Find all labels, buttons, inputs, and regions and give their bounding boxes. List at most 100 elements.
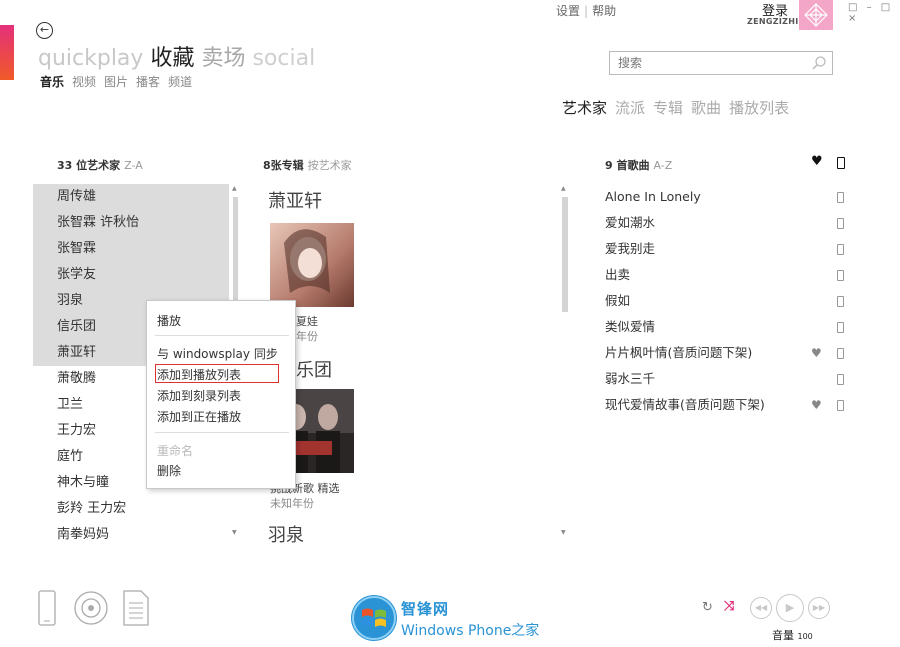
device-icon[interactable] [837,296,844,307]
song-title: 爱我别走 [605,241,656,256]
separator: | [584,4,589,18]
album-cover[interactable] [270,223,354,307]
table-row[interactable]: 弱水三千 [605,366,845,392]
menu-item-rename: 重命名 [157,444,194,458]
artists-header[interactable]: 33 位艺术家 Z-A [57,157,143,173]
menu-item-sync[interactable]: 与 windowsplay 同步 [157,345,278,362]
album-group-header[interactable]: 萧亚轩 [268,187,322,213]
device-icon[interactable] [837,348,844,359]
subnav-music[interactable]: 音乐 [40,75,64,89]
songs-sort[interactable]: A-Z [653,159,672,172]
artists-count: 33 位艺术家 [57,159,121,172]
device-icon[interactable] [837,322,844,333]
table-row[interactable]: 现代爱情故事(音质问题下架) ♥ [605,392,845,418]
menu-item-add-burn[interactable]: 添加到刻录列表 [157,387,241,404]
table-row[interactable]: 爱如潮水 [605,210,845,236]
album-year: 年份 [296,330,318,343]
artists-sort[interactable]: Z-A [124,159,143,172]
subnav-video[interactable]: 视频 [72,75,96,89]
song-title: 类似爱情 [605,319,656,334]
scroll-thumb[interactable] [562,197,568,312]
window-controls[interactable]: □ – □ × [848,2,900,24]
device-icon[interactable] [837,192,844,203]
tab-genres[interactable]: 流派 [615,99,645,117]
list-item[interactable]: 张智霖 [33,236,229,262]
songs-header[interactable]: 9 首歌曲 A-Z [605,157,672,173]
volume-control[interactable]: 音量 100 [772,627,813,643]
device-header-icon[interactable] [837,157,845,169]
search-icon[interactable] [811,55,827,75]
menu-divider [155,335,289,336]
brand-name: 智锋网 [401,600,450,618]
shuffle-icon[interactable]: ⤨ [724,599,734,614]
tab-songs[interactable]: 歌曲 [691,99,721,117]
repeat-icon[interactable]: ↻ [702,600,713,615]
search-input[interactable] [610,52,800,74]
albums-header[interactable]: 8张专辑 按艺术家 [263,157,352,173]
device-icon[interactable] [837,400,844,411]
nav-social[interactable]: social [252,46,315,71]
menu-item-play[interactable]: 播放 [157,312,181,329]
view-tabs: 艺术家 流派 专辑 歌曲 播放列表 [562,97,797,118]
back-arrow-icon[interactable]: ← [36,22,53,39]
settings-link[interactable]: 设置 [556,4,580,18]
nav-quickplay[interactable]: quickplay [38,46,143,71]
scroll-up-icon[interactable]: ▲ [232,185,237,192]
play-icon[interactable]: ▶ [776,594,804,622]
table-row[interactable]: Alone In Lonely [605,184,845,210]
albums-sort[interactable]: 按艺术家 [308,159,352,172]
song-title: 弱水三千 [605,371,656,386]
album-group-header[interactable]: 羽泉 [268,521,304,547]
username: ZENGZIZHI [747,17,799,26]
tab-albums[interactable]: 专辑 [653,99,683,117]
menu-item-add-playlist[interactable]: 添加到播放列表 [157,366,241,383]
subnav-channels[interactable]: 频道 [168,75,192,89]
subnav-podcasts[interactable]: 播客 [136,75,160,89]
table-row[interactable]: 片片枫叶情(音质问题下架) ♥ [605,340,845,366]
song-title: 出卖 [605,267,631,282]
subnav-pictures[interactable]: 图片 [104,75,128,89]
song-title: 爱如潮水 [605,215,656,230]
menu-item-add-now-playing[interactable]: 添加到正在播放 [157,408,241,425]
heart-icon[interactable]: ♥ [811,340,822,366]
table-row[interactable]: 类似爱情 [605,314,845,340]
previous-icon[interactable]: ◀◀ [750,597,772,619]
volume-label: 音量 [772,629,794,642]
scroll-down-icon[interactable]: ▼ [232,529,237,536]
next-icon[interactable]: ▶▶ [808,597,830,619]
nav-collection[interactable]: 收藏 [150,46,194,71]
table-row[interactable]: 出卖 [605,262,845,288]
menu-item-delete[interactable]: 删除 [157,462,181,479]
tab-artists[interactable]: 艺术家 [562,99,607,117]
device-icon[interactable] [837,244,844,255]
album-group-header[interactable]: 乐团 [296,356,332,382]
list-item[interactable]: 周传雄 [33,184,229,210]
device-icon[interactable] [837,374,844,385]
album-title[interactable]: 夏娃 [296,313,318,329]
list-item[interactable]: 张学友 [33,262,229,288]
table-row[interactable]: 假如 [605,288,845,314]
disc-icon[interactable] [73,590,109,630]
song-title: 假如 [605,293,631,308]
document-icon[interactable] [123,590,149,630]
favorite-header-icon[interactable]: ♥ [811,154,823,169]
avatar[interactable] [799,0,833,30]
phone-device-icon[interactable] [38,590,56,630]
scroll-thumb[interactable] [233,197,238,307]
album-scrollbar[interactable]: ▲ ▼ [561,185,569,537]
list-item[interactable]: 南拳妈妈 [33,522,229,548]
list-item[interactable]: 张智霖 许秋怡 [33,210,229,236]
list-item[interactable]: 彭羚 王力宏 [33,496,229,522]
device-icon[interactable] [837,270,844,281]
heart-icon[interactable]: ♥ [811,392,822,418]
device-icon[interactable] [837,218,844,229]
albums-count: 8张专辑 [263,159,304,172]
table-row[interactable]: 爱我别走 [605,236,845,262]
nav-marketplace[interactable]: 卖场 [201,46,245,71]
sub-nav: 音乐 视频 图片 播客 频道 [40,73,200,90]
scroll-down-icon[interactable]: ▼ [561,529,566,536]
accent-strip [0,25,14,80]
tab-playlists[interactable]: 播放列表 [729,99,789,117]
scroll-up-icon[interactable]: ▲ [561,185,566,192]
help-link[interactable]: 帮助 [592,4,616,18]
